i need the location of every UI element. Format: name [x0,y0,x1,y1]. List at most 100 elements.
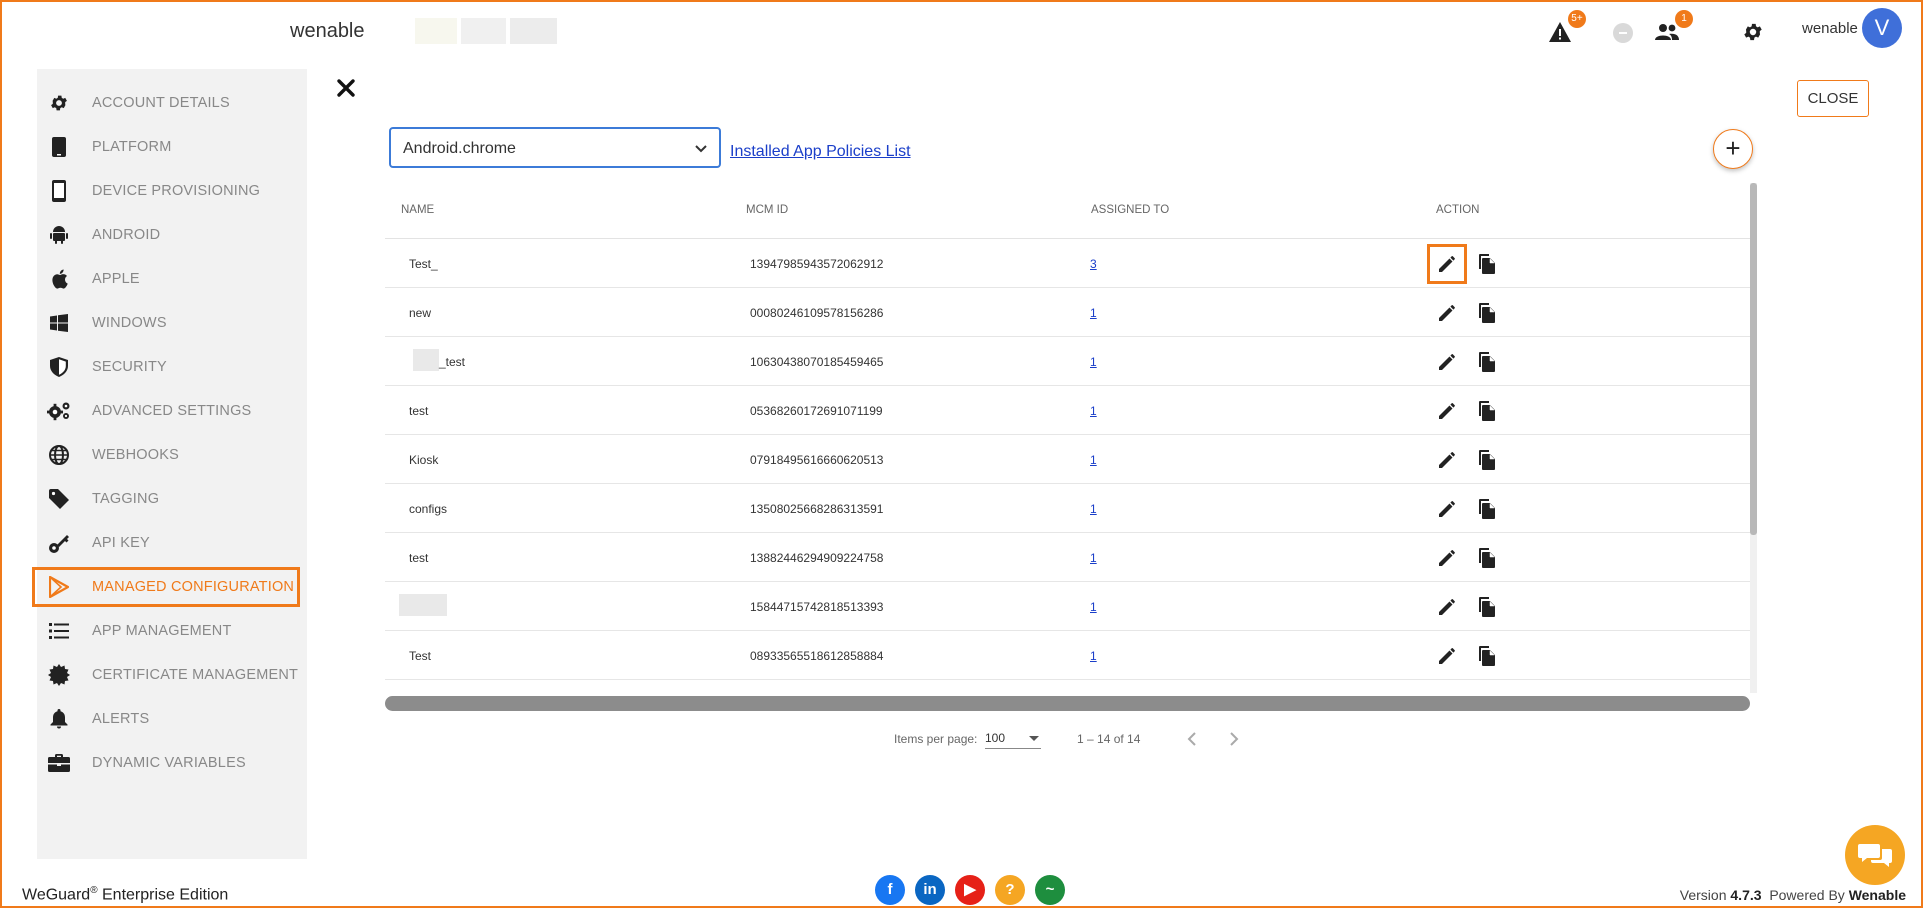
sidebar-item-label: PLATFORM [92,139,172,155]
assigned-to-link[interactable]: 1 [1090,502,1097,516]
policy-name: configs [409,502,448,516]
table-row: 15844715742818513393 1 [385,582,1750,631]
installed-app-policies-link[interactable]: Installed App Policies List [730,143,911,161]
list-icon [47,619,71,643]
copy-icon[interactable] [1474,251,1500,277]
items-per-page-label: Items per page: [894,732,978,746]
version-prefix: Version [1679,887,1731,903]
table-row: new 00080246109578156286 1 [385,288,1750,337]
close-button[interactable]: CLOSE [1797,80,1869,117]
youtube-icon[interactable]: ▶ [955,875,985,905]
vertical-scrollbar[interactable] [1750,183,1757,693]
chat-button[interactable] [1845,825,1905,885]
sidebar-item-account-details[interactable]: ACCOUNT DETAILS [37,83,307,123]
shield-icon [47,355,71,379]
edit-pencil-icon[interactable] [1434,300,1460,326]
masked-area [510,18,557,44]
assigned-to-link[interactable]: 1 [1090,453,1097,467]
copy-icon[interactable] [1474,398,1500,424]
column-header-mcm-id: MCM ID [746,204,789,216]
edit-pencil-icon[interactable] [1434,496,1460,522]
sidebar-item-app-management[interactable]: APP MANAGEMENT [37,611,307,651]
facebook-icon[interactable]: f [875,875,905,905]
powered-by-name: Wenable [1848,887,1906,903]
sidebar-item-webhooks[interactable]: WEBHOOKS [37,435,307,475]
settings-gear-icon[interactable] [1739,18,1767,46]
sidebar-item-label: ADVANCED SETTINGS [92,403,252,419]
sidebar-item-label: CERTIFICATE MANAGEMENT [92,667,299,683]
copy-icon[interactable] [1474,447,1500,473]
edit-pencil-icon[interactable] [1427,244,1467,284]
sidebar-item-certificate-management[interactable]: CERTIFICATE MANAGEMENT [37,655,307,695]
user-name[interactable]: wenable [1802,20,1858,37]
sidebar-item-advanced-settings[interactable]: ADVANCED SETTINGS [37,391,307,431]
policy-name: Test [409,649,432,663]
next-page-icon[interactable] [1223,729,1243,749]
page-size-select[interactable]: 100 [985,727,1041,749]
scrollbar-thumb[interactable] [1750,183,1757,535]
sidebar-item-dynamic-variables[interactable]: DYNAMIC VARIABLES [37,743,307,783]
policy-name: Kiosk [409,453,439,467]
close-icon[interactable] [334,76,358,100]
mcm-id: 08933565518612858884 [750,649,884,663]
copy-icon[interactable] [1474,594,1500,620]
mcm-id: 13508025668286313591 [750,502,884,516]
copy-icon[interactable] [1474,643,1500,669]
edit-pencil-icon[interactable] [1434,545,1460,571]
sidebar-item-managed-configuration[interactable]: MANAGED CONFIGURATION [32,567,300,607]
sidebar-item-tagging[interactable]: TAGGING [37,479,307,519]
edit-pencil-icon[interactable] [1434,447,1460,473]
avatar[interactable]: V [1862,8,1902,48]
add-policy-button[interactable]: + [1713,129,1753,169]
assigned-to-link[interactable]: 1 [1090,600,1097,614]
users-icon[interactable]: 1 [1653,10,1693,46]
page-size-value: 100 [985,731,1006,745]
edit-pencil-icon[interactable] [1434,594,1460,620]
assigned-to-link[interactable]: 1 [1090,551,1097,565]
assigned-to-link[interactable]: 3 [1090,257,1097,271]
settings-sidebar: ACCOUNT DETAILS PLATFORM DEVICE PROVISIONI… [32,69,307,859]
sidebar-item-label: TAGGING [92,491,160,507]
sidebar-item-api-key[interactable]: API KEY [37,523,307,563]
assigned-to-link[interactable]: 1 [1090,649,1097,663]
policy-name: new [409,306,432,320]
assigned-to-link[interactable]: 1 [1090,306,1097,320]
table-row: Test_ 13947985943572062912 3 [385,239,1750,288]
sidebar-item-label: ALERTS [92,711,150,727]
copy-icon[interactable] [1474,300,1500,326]
sidebar-item-label: WINDOWS [92,315,167,331]
edit-pencil-icon[interactable] [1434,398,1460,424]
linkedin-icon[interactable]: in [915,875,945,905]
previous-page-icon[interactable] [1183,729,1203,749]
sidebar-item-android[interactable]: ANDROID [37,215,307,255]
table-header: NAME MCM ID ASSIGNED TO ACTION [385,180,1750,239]
sidebar-item-platform[interactable]: PLATFORM [37,127,307,167]
sidebar-item-windows[interactable]: WINDOWS [37,303,307,343]
status-icon[interactable]: ~ [1035,875,1065,905]
sidebar-item-security[interactable]: SECURITY [37,347,307,387]
chat-icon [1858,844,1892,867]
edit-pencil-icon[interactable] [1434,349,1460,375]
sidebar-item-label: DYNAMIC VARIABLES [92,755,246,771]
sidebar-item-device-provisioning[interactable]: DEVICE PROVISIONING [37,171,307,211]
copy-icon[interactable] [1474,349,1500,375]
version-info: Version 4.7.3 Powered By Wenable [1680,887,1906,903]
gears-icon [47,399,71,423]
alert-warning-icon[interactable]: 5+ [1546,10,1586,46]
horizontal-scrollbar[interactable] [385,696,1750,711]
help-icon[interactable]: ? [995,875,1025,905]
phone-icon [47,179,71,203]
assigned-to-link[interactable]: 1 [1090,404,1097,418]
copy-icon[interactable] [1474,545,1500,571]
edit-pencil-icon[interactable] [1434,643,1460,669]
sidebar-item-alerts[interactable]: ALERTS [37,699,307,739]
status-minus-icon[interactable] [1613,23,1633,43]
bell-icon [47,707,71,731]
sidebar-item-apple[interactable]: APPLE [37,259,307,299]
chevron-down-icon [693,141,709,162]
policies-table: NAME MCM ID ASSIGNED TO ACTION Test_ 1394… [385,180,1750,693]
sidebar-item-label: APPLE [92,271,140,287]
app-select-dropdown[interactable]: Android.chrome [389,127,721,168]
copy-icon[interactable] [1474,496,1500,522]
assigned-to-link[interactable]: 1 [1090,355,1097,369]
